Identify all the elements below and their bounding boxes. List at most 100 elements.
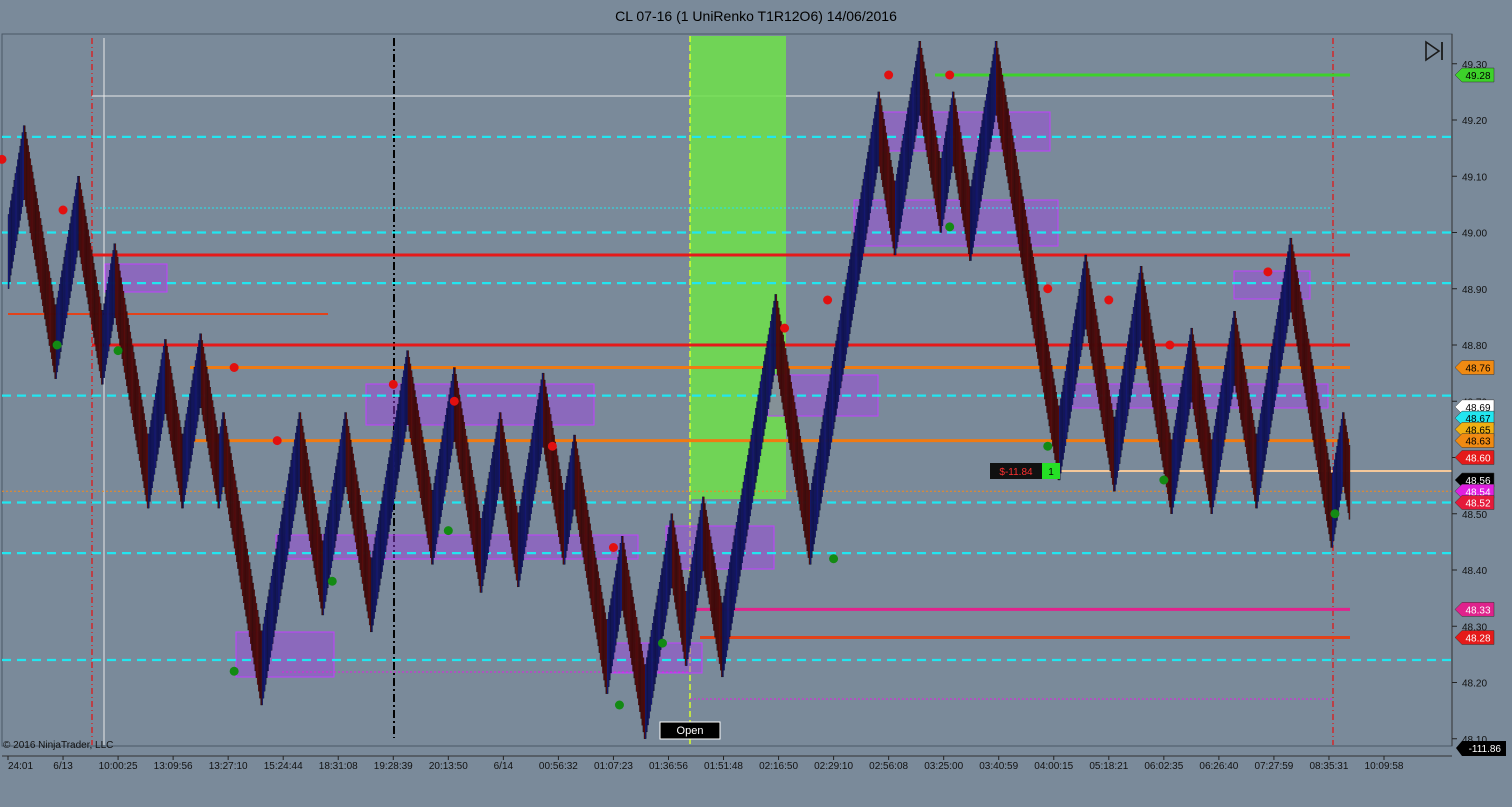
renko-bar — [769, 321, 772, 396]
renko-bar — [878, 91, 881, 167]
renko-bar — [572, 441, 574, 517]
renko-bar — [665, 540, 668, 616]
renko-bar — [173, 386, 175, 461]
renko-bar — [783, 341, 786, 416]
renko-bar — [1010, 128, 1013, 204]
renko-bar — [1024, 209, 1027, 285]
renko-bar — [598, 578, 601, 653]
renko-bar — [1274, 325, 1277, 401]
renko-bar — [77, 176, 79, 251]
renko-bar — [867, 152, 869, 227]
renko-bar — [948, 111, 950, 187]
renko-bar — [740, 495, 742, 570]
renko-bar — [687, 584, 689, 660]
renko-bar — [654, 609, 656, 685]
renko-bar — [863, 172, 866, 247]
renko-bar — [776, 300, 779, 376]
renko-bar — [510, 472, 512, 547]
renko-bar — [42, 231, 44, 306]
renko-bar — [1339, 425, 1342, 501]
renko-bar — [326, 520, 328, 595]
renko-bar — [562, 489, 565, 565]
renko-bar — [972, 173, 974, 248]
renko-bar — [610, 598, 612, 674]
renko-bar — [17, 159, 19, 235]
renko-bar — [422, 436, 424, 512]
renko-bar — [150, 420, 152, 495]
renko-bar — [324, 527, 327, 602]
renko-bar — [774, 294, 776, 369]
renko-bar — [432, 489, 434, 565]
time-axis[interactable]: 24:01 6/13 10:00:25 13:09:56 13:27:10 15:24:4… — [2, 755, 1452, 772]
renko-bar — [1345, 425, 1347, 500]
renko-bar — [1076, 302, 1078, 378]
renko-bar — [1105, 369, 1107, 445]
price-chart[interactable]: 49.3049.2049.1049.0048.9048.8048.7048.60… — [0, 0, 1512, 807]
renko-bar — [515, 505, 518, 581]
renko-bar — [1256, 433, 1258, 509]
renko-bar — [800, 442, 803, 518]
renko-bar — [772, 307, 774, 383]
renko-bar — [491, 458, 493, 534]
renko-bar — [33, 178, 35, 253]
renko-bar — [72, 203, 75, 278]
renko-bar — [480, 518, 483, 593]
renko-bar — [655, 602, 657, 678]
renko-bar — [547, 400, 549, 476]
renko-bar — [308, 466, 311, 541]
renko-bar — [322, 540, 325, 616]
renko-bar — [438, 455, 440, 531]
renko-bar — [922, 54, 924, 130]
swing-low-dot — [829, 554, 839, 564]
renko-bar — [164, 339, 166, 414]
renko-bar — [56, 297, 59, 373]
renko-bar — [1284, 264, 1287, 340]
renko-bar — [297, 419, 299, 494]
time-tick-label: 6/14 — [494, 761, 514, 772]
renko-bar — [380, 504, 382, 579]
renko-bar — [1125, 348, 1128, 423]
renko-bar — [950, 98, 953, 173]
renko-bar — [1063, 378, 1065, 453]
renko-bar — [874, 111, 876, 187]
renko-bar — [116, 257, 119, 332]
renko-bar — [79, 182, 81, 258]
renko-bar — [188, 400, 190, 475]
time-tick-label: 01:36:56 — [649, 761, 688, 772]
renko-bar — [513, 492, 516, 568]
renko-bar — [1231, 324, 1233, 400]
renko-bar — [1334, 459, 1336, 535]
renko-bar — [1065, 364, 1068, 440]
position-display[interactable]: $-11.84 1 — [990, 463, 1060, 479]
renko-bar — [409, 363, 412, 439]
renko-bar — [641, 650, 643, 726]
renko-bar — [238, 500, 240, 576]
renko-bar — [473, 483, 476, 559]
renko-bar — [172, 379, 174, 455]
renko-bar — [1001, 74, 1004, 150]
renko-bar — [1072, 323, 1075, 398]
renko-bar — [1319, 405, 1321, 481]
renko-bar — [228, 439, 230, 515]
renko-bar — [1170, 439, 1172, 514]
renko-bar — [303, 432, 305, 508]
renko-bar — [790, 381, 792, 457]
position-qty: 1 — [1048, 467, 1054, 478]
renko-bar — [240, 514, 243, 590]
renko-bar — [677, 548, 680, 624]
renko-bar — [1006, 101, 1008, 177]
renko-bar — [1030, 243, 1032, 319]
renko-bar — [661, 568, 663, 643]
renko-bar — [1259, 413, 1262, 489]
renko-bar — [1031, 250, 1033, 325]
renko-bar — [930, 102, 932, 178]
swing-high-dot — [945, 70, 955, 80]
renko-bar — [1306, 332, 1309, 407]
renko-bar — [148, 433, 150, 509]
renko-bar — [980, 126, 982, 202]
price-marker-label: 48.60 — [1465, 454, 1490, 465]
renko-bar — [74, 189, 77, 265]
renko-bar — [27, 145, 29, 220]
open-button[interactable]: Open — [659, 721, 721, 740]
renko-bar — [1195, 354, 1198, 429]
